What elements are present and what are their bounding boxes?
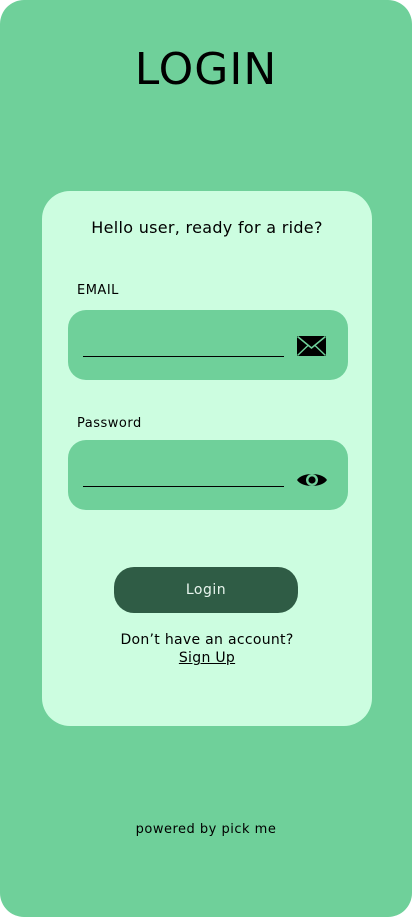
email-label: EMAIL [77,283,119,298]
password-label: Password [77,416,142,431]
eye-icon[interactable] [296,469,328,491]
footer-text: powered by pick me [135,822,277,837]
password-field-container [68,440,348,510]
email-input[interactable] [83,328,284,357]
email-field-container [68,310,348,380]
envelope-icon [296,335,327,357]
password-input[interactable] [83,458,284,487]
login-screen: LOGIN Hello user, ready for a ride? EMAI… [0,0,412,917]
greeting-text: Hello user, ready for a ride? [91,218,323,237]
no-account-text: Don’t have an account? [120,632,294,648]
signup-link-row: Sign Up [42,650,372,666]
page-title: LOGIN [134,44,278,95]
signup-link[interactable]: Sign Up [179,650,235,666]
login-button[interactable]: Login [114,567,298,613]
login-card: Hello user, ready for a ride? EMAIL Pass… [42,191,372,726]
